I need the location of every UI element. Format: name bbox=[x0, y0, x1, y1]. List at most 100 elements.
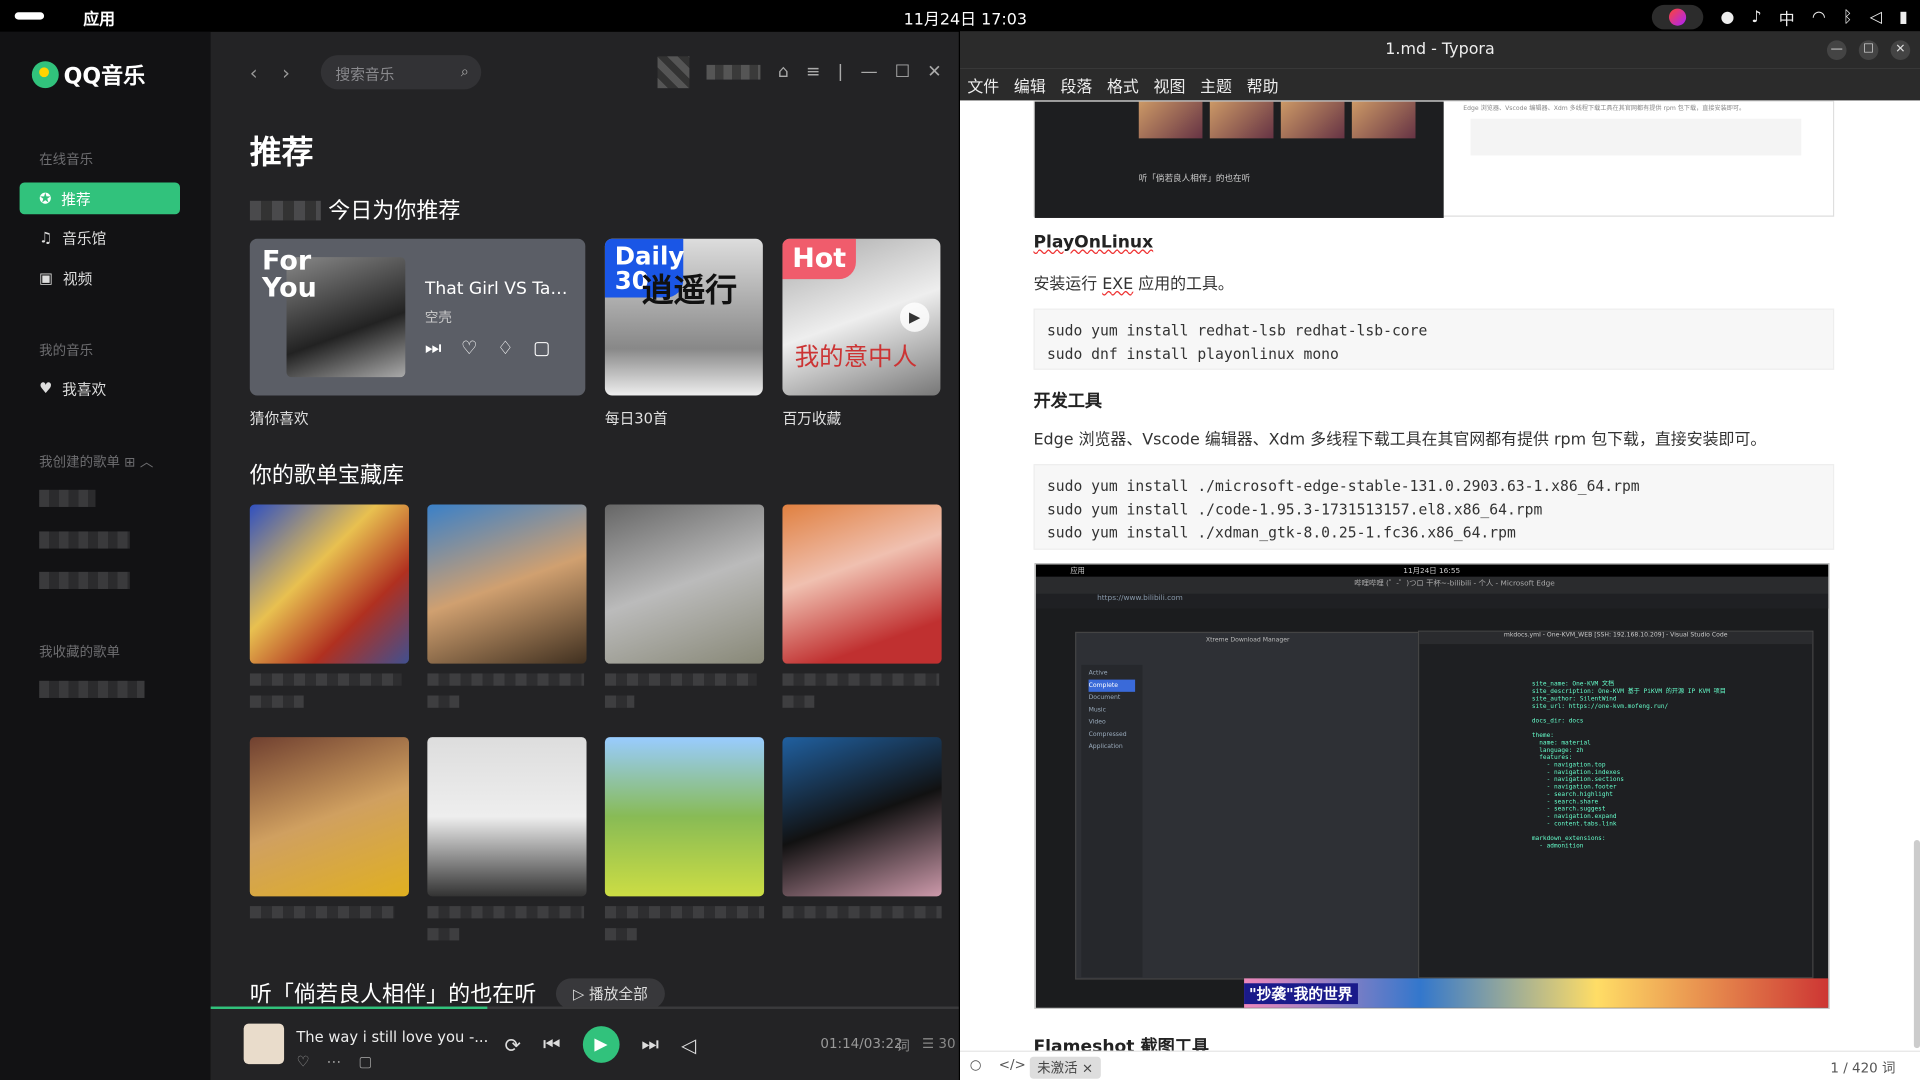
repeat-icon[interactable]: ⟳ bbox=[504, 1033, 520, 1056]
playlist-title[interactable] bbox=[782, 695, 815, 708]
activities-button[interactable] bbox=[14, 12, 45, 20]
like-icon[interactable]: ♡ bbox=[461, 337, 477, 359]
apps-menu[interactable]: 应用 bbox=[83, 6, 115, 29]
previous-icon[interactable]: ⏮ bbox=[543, 1032, 561, 1056]
next-icon[interactable]: ⏭ bbox=[641, 1032, 659, 1056]
menu-view[interactable]: 视图 bbox=[1154, 73, 1186, 96]
back-icon[interactable]: ‹ bbox=[250, 61, 258, 84]
search-input[interactable]: 搜索音乐 ⌕ bbox=[320, 55, 482, 90]
username[interactable] bbox=[706, 64, 761, 80]
menu-edit[interactable]: 编辑 bbox=[1014, 73, 1046, 96]
bluetooth-icon[interactable]: ᛒ bbox=[1843, 8, 1853, 26]
playlist-title[interactable] bbox=[604, 906, 765, 919]
close-icon[interactable]: ✕ bbox=[1890, 40, 1911, 61]
search-icon[interactable]: ⌕ bbox=[461, 62, 469, 80]
chevron-up-icon[interactable]: ︿ bbox=[140, 454, 153, 470]
card-label[interactable]: 百万收藏 bbox=[782, 408, 841, 429]
playlist-item[interactable] bbox=[39, 489, 96, 507]
comment-icon[interactable]: ▢ bbox=[358, 1053, 372, 1070]
lyrics-button[interactable]: 词 bbox=[896, 1036, 909, 1056]
playlist-item[interactable] bbox=[39, 680, 145, 698]
maximize-icon[interactable]: ☐ bbox=[1858, 40, 1879, 61]
playlist-title[interactable] bbox=[249, 673, 402, 686]
outline-toggle-icon[interactable]: ○ bbox=[970, 1057, 982, 1073]
playlist-title[interactable] bbox=[427, 695, 460, 708]
playback-progress[interactable] bbox=[210, 1006, 488, 1009]
playlist-title[interactable] bbox=[782, 906, 942, 919]
daily-30-card[interactable]: Daily 30 逍遥行 bbox=[604, 238, 763, 396]
like-icon[interactable]: ♡ bbox=[296, 1053, 309, 1070]
forward-icon[interactable]: › bbox=[282, 61, 290, 84]
minimize-icon[interactable]: — bbox=[860, 62, 877, 82]
document-body[interactable]: 听「倘若良人相伴」的也在听 Edge 浏览器、Vscode 编辑器、Xdm 多线… bbox=[1033, 100, 1835, 1056]
playlist-cover[interactable] bbox=[782, 504, 942, 664]
play-all-button[interactable]: ▷ 播放全部 bbox=[555, 977, 665, 1009]
code-block[interactable]: sudo yum install redhat-lsb redhat-lsb-c… bbox=[1033, 308, 1835, 370]
play-button[interactable]: ▶ bbox=[582, 1026, 620, 1063]
code-block[interactable]: sudo yum install ./microsoft-edge-stable… bbox=[1033, 464, 1835, 550]
battery-icon[interactable]: ▮ bbox=[1899, 8, 1908, 26]
close-icon[interactable]: ✕ bbox=[927, 62, 941, 82]
playlist-title[interactable] bbox=[249, 695, 304, 708]
volume-icon[interactable]: ◁ bbox=[681, 1033, 696, 1056]
word-count[interactable]: 1 / 420 词 bbox=[1830, 1058, 1895, 1078]
playlist-cover[interactable] bbox=[427, 737, 587, 897]
menu-format[interactable]: 格式 bbox=[1107, 73, 1139, 96]
more-icon[interactable]: ⋯ bbox=[327, 1053, 342, 1070]
playlist-title[interactable] bbox=[604, 695, 635, 708]
section-created-playlists[interactable]: 我创建的歌单 ⊞ ︿ bbox=[39, 452, 153, 472]
play-next-icon[interactable]: ⏭ bbox=[425, 337, 442, 359]
menu-theme[interactable]: 主题 bbox=[1200, 73, 1232, 96]
queue-button[interactable]: ☰ 30 bbox=[922, 1036, 956, 1056]
tray-app-icon[interactable]: ♪ bbox=[1751, 8, 1761, 26]
maximize-icon[interactable]: ☐ bbox=[895, 62, 910, 82]
embedded-screenshot[interactable]: 应用 11月24日 16:55 哔哩哔哩 (゜-゜)つロ 干杯~-bilibili… bbox=[1034, 563, 1830, 1009]
inactive-badge[interactable]: 未激活 × bbox=[1029, 1056, 1101, 1079]
volume-icon[interactable]: ◁ bbox=[1870, 8, 1882, 26]
sidebar-item-music-hall[interactable]: ♫ 音乐馆 bbox=[20, 222, 180, 254]
skin-icon[interactable]: ⌂ bbox=[778, 62, 789, 82]
menu-file[interactable]: 文件 bbox=[967, 73, 999, 96]
playlist-title[interactable] bbox=[427, 906, 585, 919]
comment-icon[interactable]: ▢ bbox=[533, 337, 550, 359]
playlist-title[interactable] bbox=[604, 673, 757, 686]
source-code-icon[interactable]: </> bbox=[999, 1057, 1026, 1073]
avatar[interactable] bbox=[657, 56, 690, 89]
play-icon[interactable]: ▶ bbox=[900, 302, 930, 332]
playlist-title[interactable] bbox=[249, 906, 395, 919]
input-method-indicator[interactable]: 中 bbox=[1779, 6, 1795, 29]
song-title[interactable]: That Girl VS Talki... bbox=[425, 279, 572, 299]
running-app-indicator[interactable] bbox=[1651, 4, 1704, 30]
card-label[interactable]: 每日30首 bbox=[605, 408, 668, 429]
menu-paragraph[interactable]: 段落 bbox=[1060, 73, 1092, 96]
menu-help[interactable]: 帮助 bbox=[1247, 73, 1279, 96]
add-playlist-icon[interactable]: ⊞ bbox=[124, 454, 135, 470]
clock[interactable]: 11月24日 17:03 bbox=[904, 6, 1027, 29]
playlist-cover[interactable] bbox=[604, 504, 765, 664]
hot-collection-card[interactable]: Hot 我的意中人 ▶ bbox=[782, 238, 941, 396]
now-playing-title[interactable]: The way i still love you -... bbox=[296, 1029, 488, 1046]
now-playing-cover[interactable] bbox=[243, 1023, 285, 1065]
playlist-title[interactable] bbox=[782, 673, 940, 686]
minimize-icon[interactable]: — bbox=[1826, 40, 1847, 61]
playlist-cover[interactable] bbox=[427, 504, 587, 664]
playlist-cover[interactable] bbox=[249, 504, 409, 664]
scrollbar[interactable] bbox=[1913, 840, 1920, 1049]
guess-you-like-card[interactable]: For You That Girl VS Talki... 空壳 ⏭ ♡ ♢ ▢ bbox=[249, 238, 586, 396]
menu-icon[interactable]: ≡ bbox=[806, 62, 820, 82]
playlist-cover[interactable] bbox=[604, 737, 765, 897]
playlist-title[interactable] bbox=[427, 673, 585, 686]
playlist-item[interactable] bbox=[39, 531, 130, 549]
sidebar-item-recommend[interactable]: ✪ 推荐 bbox=[19, 182, 181, 215]
song-artist[interactable]: 空壳 bbox=[425, 307, 452, 327]
sidebar-item-video[interactable]: ▣ 视频 bbox=[20, 262, 180, 294]
sidebar-item-favorites[interactable]: ♥ 我喜欢 bbox=[20, 372, 180, 404]
wifi-icon[interactable]: ◠ bbox=[1812, 8, 1826, 26]
playlist-cover[interactable] bbox=[249, 737, 409, 897]
playlist-title[interactable] bbox=[604, 928, 637, 941]
embedded-screenshot[interactable]: 听「倘若良人相伴」的也在听 Edge 浏览器、Vscode 编辑器、Xdm 多线… bbox=[1033, 100, 1835, 218]
card-label[interactable]: 猜你喜欢 bbox=[250, 408, 309, 429]
playlist-cover[interactable] bbox=[782, 737, 942, 897]
playlist-title[interactable] bbox=[427, 928, 460, 941]
wechat-icon[interactable]: ● bbox=[1720, 8, 1734, 26]
